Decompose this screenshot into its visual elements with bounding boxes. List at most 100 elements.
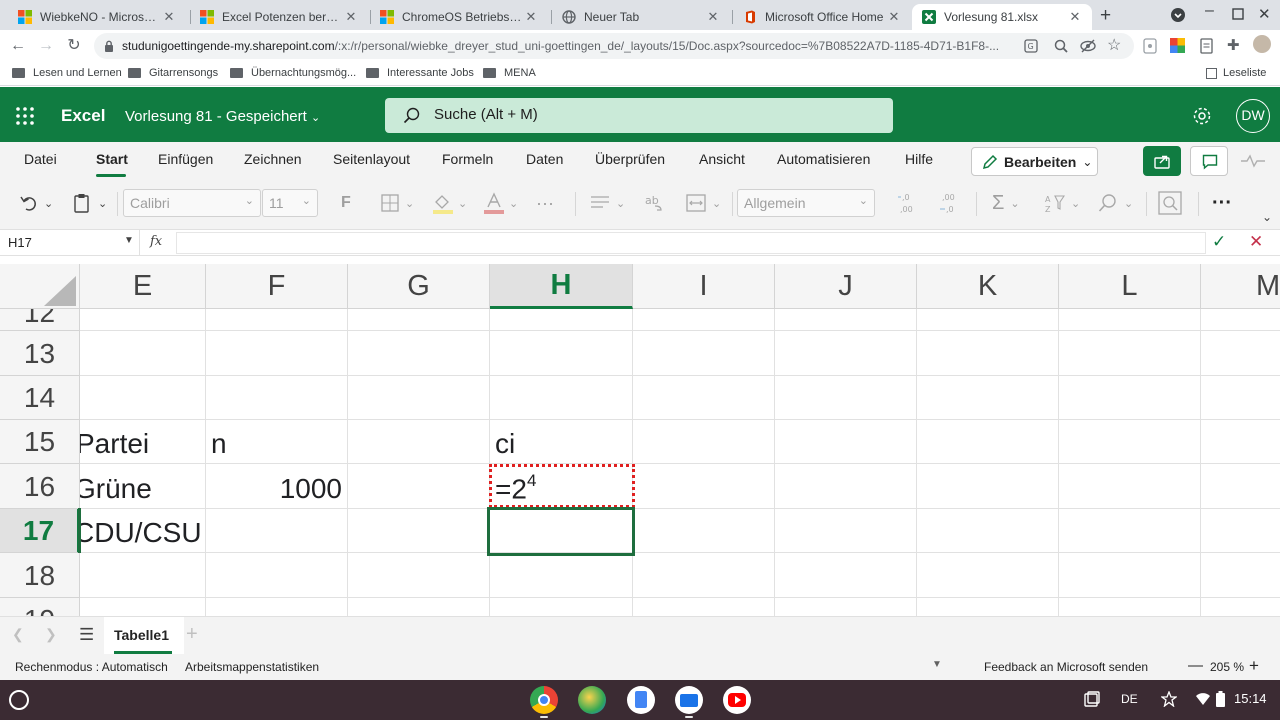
zoom-out-button[interactable]: —: [1188, 657, 1203, 674]
column-header-i[interactable]: I: [633, 264, 775, 309]
user-avatar[interactable]: DW: [1236, 99, 1270, 133]
maximize-window-icon[interactable]: [1232, 8, 1244, 20]
app-launcher-icon[interactable]: [16, 107, 34, 125]
paste-button[interactable]: ⌄: [72, 190, 107, 216]
share-button[interactable]: [1143, 146, 1181, 176]
sort-filter-button[interactable]: AZ ⌄: [1045, 190, 1080, 216]
tab-start[interactable]: Start: [96, 151, 128, 167]
zoom-icon[interactable]: [1054, 39, 1068, 53]
screen-capture-icon[interactable]: [1084, 691, 1100, 707]
cell-f16[interactable]: 1000: [206, 464, 348, 509]
workbook-statistics-button[interactable]: Arbeitsmappenstatistiken: [185, 660, 319, 674]
next-sheet-icon[interactable]: ❯: [45, 626, 57, 643]
fill-color-button[interactable]: ⌄: [432, 190, 467, 216]
files-app-icon[interactable]: [675, 686, 703, 714]
column-header-h[interactable]: H: [490, 264, 633, 309]
collapse-ribbon-icon[interactable]: ⌄: [1262, 204, 1272, 230]
decrease-decimal-button[interactable]: ,00,0: [938, 190, 962, 216]
tab-hilfe[interactable]: Hilfe: [905, 151, 933, 167]
input-method-indicator[interactable]: DE: [1121, 692, 1138, 706]
number-format-dropdown[interactable]: Allgemein ⌄: [737, 189, 875, 217]
row-header-18[interactable]: 18: [0, 553, 80, 598]
sheet-tab-tabelle1[interactable]: Tabelle1: [104, 617, 184, 655]
more-font-options-button[interactable]: ···: [536, 190, 554, 216]
calc-mode-status[interactable]: Rechenmodus : Automatisch: [15, 660, 168, 674]
docs-app-icon[interactable]: [627, 686, 655, 714]
app-name[interactable]: Excel: [61, 106, 105, 126]
battery-icon[interactable]: [1216, 691, 1225, 707]
analyze-data-button[interactable]: [1158, 190, 1182, 216]
cancel-entry-icon[interactable]: ✕: [1249, 232, 1263, 252]
row-header-12[interactable]: 12: [0, 309, 80, 331]
forward-icon[interactable]: →: [36, 36, 56, 56]
previous-sheet-icon[interactable]: ❮: [12, 626, 24, 643]
chrome-app-icon[interactable]: [530, 686, 558, 714]
column-header-k[interactable]: K: [917, 264, 1059, 309]
new-tab-button[interactable]: +: [1100, 5, 1111, 27]
bookmark-folder[interactable]: MENA: [483, 67, 536, 79]
tab-automatisieren[interactable]: Automatisieren: [777, 151, 870, 167]
close-tab-icon[interactable]: ✕: [162, 9, 176, 25]
font-name-dropdown[interactable]: Calibri ⌄: [123, 189, 261, 217]
font-color-button[interactable]: ⌄: [483, 190, 518, 216]
color-extension-icon[interactable]: [1170, 38, 1185, 53]
find-button[interactable]: ⌄: [1098, 190, 1133, 216]
close-tab-icon[interactable]: ✕: [887, 9, 901, 25]
close-tab-icon[interactable]: ✕: [524, 9, 538, 25]
column-header-f[interactable]: F: [206, 264, 348, 309]
launcher-icon[interactable]: [9, 690, 29, 710]
cell-h15[interactable]: ci: [490, 420, 633, 464]
zoom-in-button[interactable]: +: [1249, 656, 1259, 676]
document-extension-icon[interactable]: [1200, 38, 1213, 54]
feedback-link[interactable]: Feedback an Microsoft senden: [984, 660, 1148, 674]
confirm-entry-icon[interactable]: ✓: [1212, 232, 1226, 252]
insert-function-button[interactable]: fx: [150, 234, 162, 249]
align-button[interactable]: ⌄: [590, 190, 625, 216]
row-header-16[interactable]: 16: [0, 464, 80, 509]
select-all-corner[interactable]: [0, 264, 80, 309]
autosum-button[interactable]: Σ ⌄: [992, 190, 1020, 216]
column-header-j[interactable]: J: [775, 264, 917, 309]
column-header-l[interactable]: L: [1059, 264, 1201, 309]
tab-einfuegen[interactable]: Einfügen: [158, 151, 213, 167]
column-header-m[interactable]: M: [1201, 264, 1280, 309]
chevron-down-icon[interactable]: ▼: [932, 659, 942, 670]
undo-button[interactable]: ⌄: [20, 190, 53, 216]
more-options-button[interactable]: ···: [1212, 190, 1232, 216]
extension-icon[interactable]: [1143, 38, 1157, 54]
address-bar[interactable]: studunigoettingende-my.sharepoint.com/:x…: [94, 33, 1134, 59]
puzzle-extensions-icon[interactable]: ✚: [1227, 36, 1240, 54]
cell-f15[interactable]: n: [206, 420, 348, 464]
tab-ansicht[interactable]: Ansicht: [699, 151, 745, 167]
bookmark-folder[interactable]: Lesen und Lernen: [12, 67, 122, 79]
row-header-13[interactable]: 13: [0, 331, 80, 376]
tab-search-icon[interactable]: [1170, 7, 1186, 23]
row-header-19[interactable]: 19: [0, 598, 80, 616]
settings-gear-icon[interactable]: [1192, 106, 1212, 126]
browser-tab[interactable]: Microsoft Office Home ✕: [733, 4, 911, 30]
row-header-15[interactable]: 15: [0, 420, 80, 464]
bookmark-folder[interactable]: Übernachtungsmög...: [230, 67, 356, 79]
comments-button[interactable]: [1190, 146, 1228, 176]
close-tab-icon[interactable]: ✕: [344, 9, 358, 25]
tab-formeln[interactable]: Formeln: [442, 151, 493, 167]
wifi-icon[interactable]: [1196, 693, 1210, 705]
bookmark-folder[interactable]: Interessante Jobs: [366, 67, 474, 79]
row-header-14[interactable]: 14: [0, 376, 80, 420]
font-size-dropdown[interactable]: 11 ⌄: [262, 189, 318, 217]
eye-off-icon[interactable]: [1080, 39, 1096, 53]
name-box[interactable]: H17 ▼: [0, 230, 140, 256]
reload-icon[interactable]: ↻: [64, 36, 84, 56]
cell-e15[interactable]: Partei: [80, 420, 206, 464]
cell-h16[interactable]: =24: [490, 464, 633, 509]
profile-avatar[interactable]: [1253, 35, 1271, 53]
edit-mode-button[interactable]: Bearbeiten ⌄: [971, 147, 1098, 176]
tab-zeichnen[interactable]: Zeichnen: [244, 151, 302, 167]
all-sheets-menu-icon[interactable]: ☰: [79, 625, 94, 645]
borders-button[interactable]: ⌄: [381, 190, 414, 216]
document-title-button[interactable]: Vorlesung 81 - Gespeichert ⌄: [125, 108, 320, 125]
tab-datei[interactable]: Datei: [24, 151, 57, 167]
activity-icon[interactable]: [1240, 154, 1266, 168]
browser-tab[interactable]: Excel Potenzen berechnen ✕: [190, 4, 368, 30]
youtube-app-icon[interactable]: [723, 686, 751, 714]
